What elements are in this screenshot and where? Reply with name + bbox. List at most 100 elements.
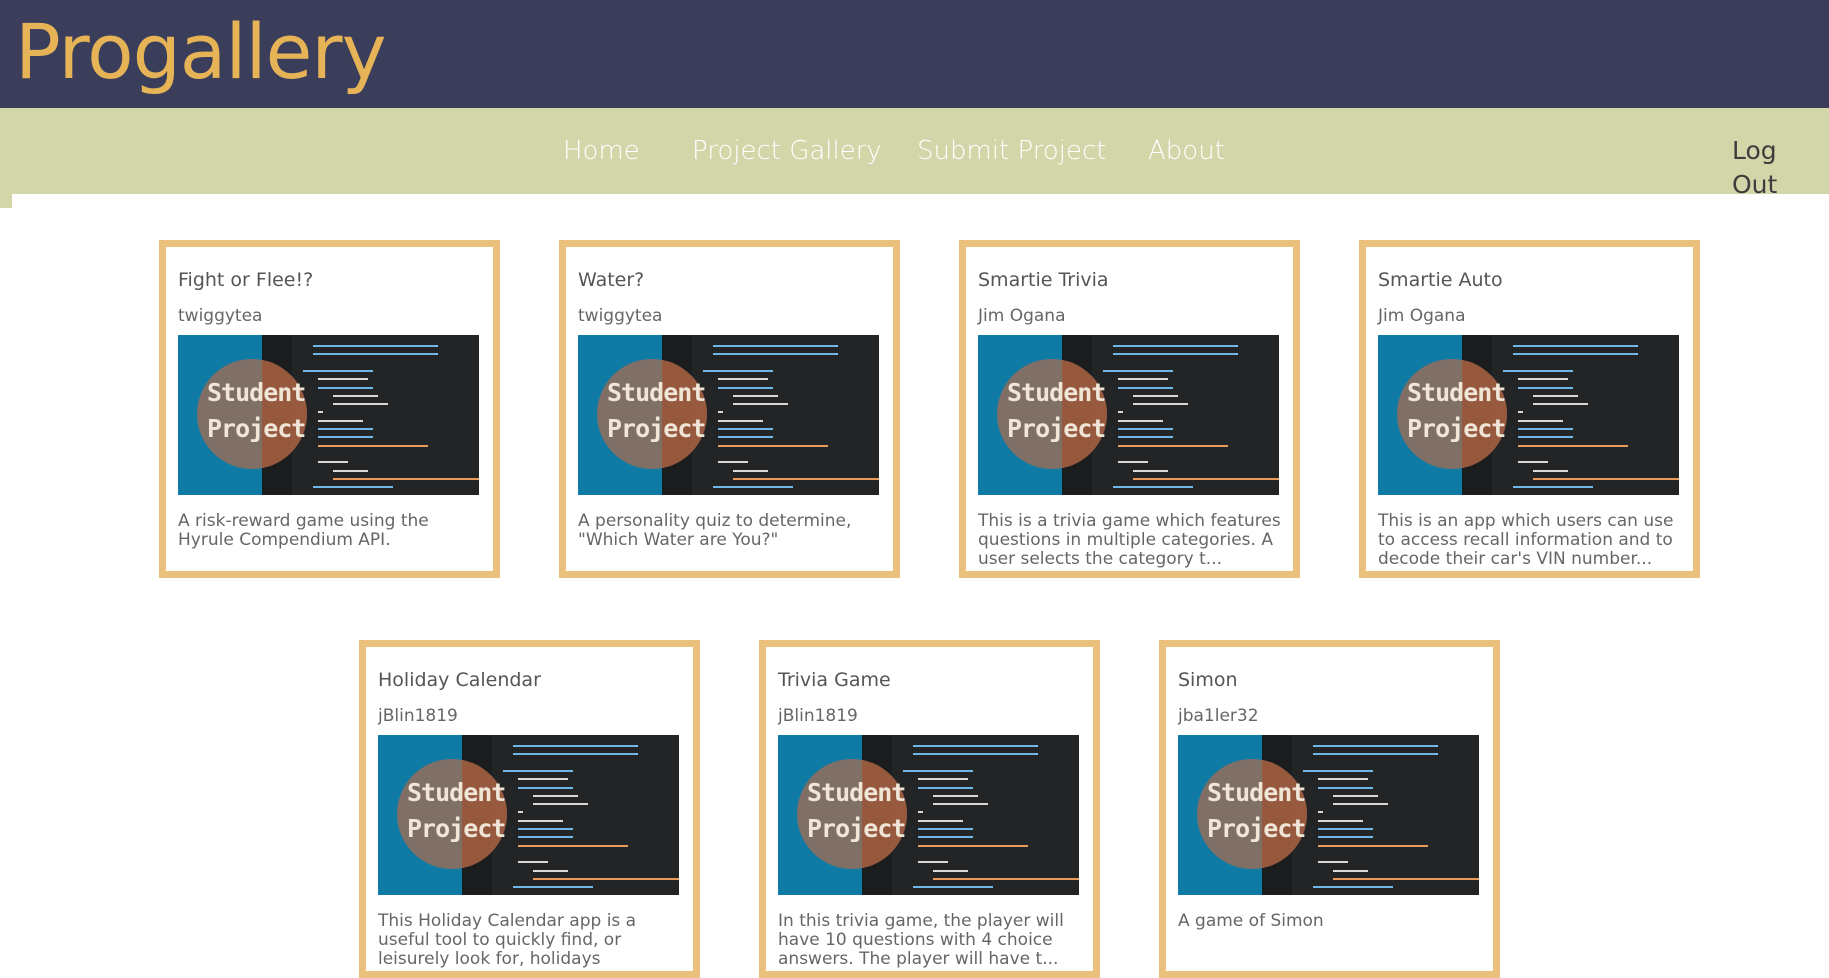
code-line bbox=[1118, 444, 1228, 447]
code-line bbox=[913, 745, 1038, 747]
code-line bbox=[313, 486, 393, 489]
project-card[interactable]: Smartie Auto Jim Ogana Student Project T… bbox=[1359, 240, 1700, 578]
site-logo[interactable]: Progallery bbox=[15, 6, 387, 98]
code-line bbox=[1118, 411, 1123, 414]
project-thumbnail[interactable]: Student Project bbox=[1378, 335, 1679, 495]
project-author: jBlin1819 bbox=[778, 706, 858, 726]
code-line bbox=[918, 844, 1028, 847]
code-line bbox=[333, 394, 378, 397]
code-line bbox=[518, 828, 573, 830]
project-description: A game of Simon bbox=[1178, 912, 1324, 931]
code-line bbox=[933, 877, 1079, 880]
code-line bbox=[1518, 444, 1628, 447]
project-title[interactable]: Holiday Calendar bbox=[378, 669, 541, 691]
code-line bbox=[503, 769, 573, 772]
code-line bbox=[718, 386, 773, 389]
code-line bbox=[318, 444, 428, 447]
project-thumbnail[interactable]: Student Project bbox=[978, 335, 1279, 495]
code-line bbox=[713, 486, 793, 489]
code-line bbox=[1133, 403, 1188, 406]
code-line bbox=[533, 794, 578, 797]
code-line bbox=[1113, 353, 1238, 356]
code-line bbox=[733, 477, 879, 480]
code-line bbox=[918, 828, 973, 830]
code-line bbox=[1518, 386, 1573, 389]
project-card[interactable]: Simon jba1ler32 Student Project A game o… bbox=[1159, 640, 1500, 978]
project-title[interactable]: Smartie Auto bbox=[1378, 269, 1503, 291]
project-thumbnail[interactable]: Student Project bbox=[378, 735, 679, 895]
code-line bbox=[1518, 419, 1563, 422]
project-card[interactable]: Holiday Calendar jBlin1819 Student Proje… bbox=[359, 640, 700, 978]
code-line bbox=[1513, 486, 1593, 489]
code-line bbox=[518, 819, 563, 822]
thumbnail-label-line1: Student bbox=[607, 378, 706, 407]
code-line bbox=[718, 378, 768, 381]
thumbnail-label-line1: Student bbox=[407, 778, 506, 807]
code-line bbox=[933, 869, 968, 872]
code-line bbox=[1518, 461, 1548, 464]
code-line bbox=[913, 886, 993, 889]
code-line bbox=[518, 778, 568, 781]
code-line bbox=[318, 428, 373, 430]
project-title[interactable]: Trivia Game bbox=[778, 669, 891, 691]
project-card[interactable]: Fight or Flee!? twiggytea Student Projec… bbox=[159, 240, 500, 578]
code-line bbox=[1313, 745, 1438, 747]
project-title[interactable]: Fight or Flee!? bbox=[178, 269, 313, 291]
thumbnail-label: Student Project bbox=[407, 775, 506, 847]
code-line bbox=[718, 436, 773, 439]
code-line bbox=[703, 369, 773, 372]
project-author: twiggytea bbox=[178, 306, 263, 326]
code-line bbox=[1113, 486, 1193, 489]
project-title[interactable]: Smartie Trivia bbox=[978, 269, 1109, 291]
code-line bbox=[1503, 369, 1573, 372]
code-line bbox=[318, 461, 348, 464]
project-thumbnail[interactable]: Student Project bbox=[778, 735, 1079, 895]
code-line bbox=[1333, 794, 1378, 797]
project-author: jBlin1819 bbox=[378, 706, 458, 726]
code-line bbox=[1333, 869, 1368, 872]
project-title[interactable]: Water? bbox=[578, 269, 644, 291]
project-thumbnail[interactable]: Student Project bbox=[578, 335, 879, 495]
thumbnail-label-line2: Project bbox=[1207, 814, 1306, 843]
code-line bbox=[513, 753, 638, 756]
project-card[interactable]: Smartie Trivia Jim Ogana Student Project… bbox=[959, 240, 1300, 578]
nav-home-link[interactable]: Home bbox=[563, 134, 640, 168]
code-line bbox=[913, 753, 1038, 756]
code-line bbox=[718, 444, 828, 447]
project-description: This is an app which users can use to ac… bbox=[1378, 512, 1674, 569]
code-line bbox=[918, 836, 973, 839]
code-line bbox=[1118, 378, 1168, 381]
code-line bbox=[718, 461, 748, 464]
code-line bbox=[333, 469, 368, 472]
thumbnail-label-line2: Project bbox=[1007, 414, 1106, 443]
code-line bbox=[1318, 819, 1363, 822]
code-line bbox=[1518, 378, 1568, 381]
project-card[interactable]: Trivia Game jBlin1819 Student Project In… bbox=[759, 640, 1100, 978]
code-line bbox=[333, 403, 388, 406]
code-line bbox=[518, 786, 573, 789]
project-card[interactable]: Water? twiggytea Student Project A perso… bbox=[559, 240, 900, 578]
thumbnail-label: Student Project bbox=[807, 775, 906, 847]
code-line bbox=[1318, 828, 1373, 830]
project-title[interactable]: Simon bbox=[1178, 669, 1238, 691]
code-line bbox=[318, 386, 373, 389]
nav-submit-project-link[interactable]: Submit Project bbox=[917, 134, 1106, 168]
code-line bbox=[1118, 436, 1173, 439]
code-line bbox=[1533, 403, 1588, 406]
code-line bbox=[918, 811, 923, 814]
thumbnail-label-line1: Student bbox=[807, 778, 906, 807]
project-thumbnail[interactable]: Student Project bbox=[1178, 735, 1479, 895]
thumbnail-label: Student Project bbox=[1407, 375, 1506, 447]
project-thumbnail[interactable]: Student Project bbox=[178, 335, 479, 495]
nav-project-gallery-link[interactable]: Project Gallery bbox=[692, 134, 882, 168]
nav-about-link[interactable]: About bbox=[1148, 134, 1225, 168]
code-line bbox=[718, 411, 723, 414]
project-author: Jim Ogana bbox=[1378, 306, 1466, 326]
thumbnail-label-line2: Project bbox=[207, 414, 306, 443]
code-line bbox=[313, 345, 438, 347]
thumbnail-label: Student Project bbox=[1007, 375, 1106, 447]
code-line bbox=[318, 436, 373, 439]
logout-link[interactable]: Log Out bbox=[1732, 134, 1829, 202]
code-line bbox=[1518, 428, 1573, 430]
code-line bbox=[518, 836, 573, 839]
